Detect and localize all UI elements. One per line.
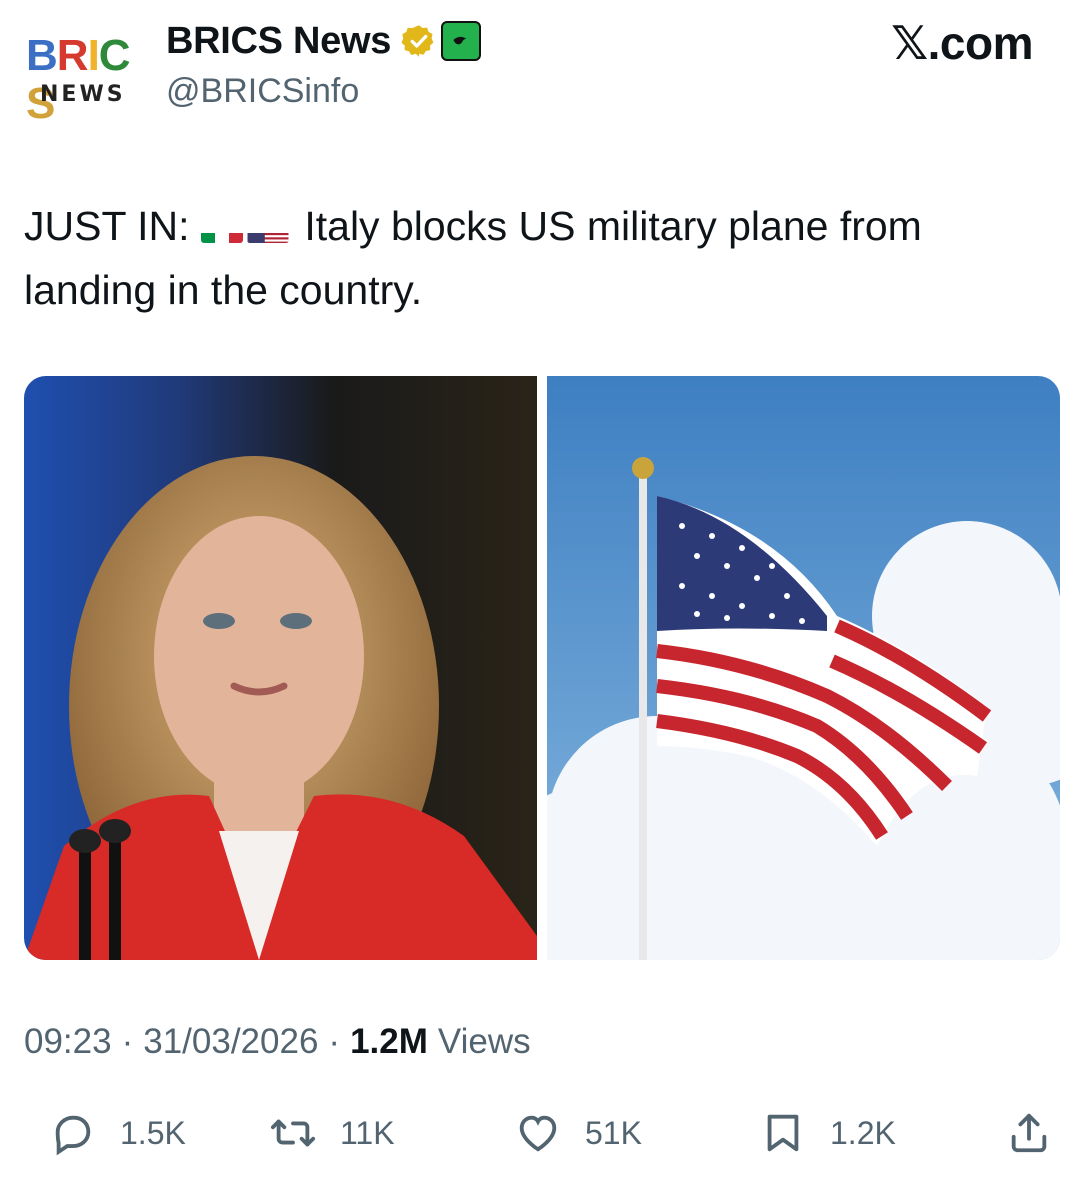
affiliate-badge-icon[interactable] <box>441 21 482 61</box>
share-icon <box>1011 1113 1047 1153</box>
avatar-logo-text: BRICS <box>26 31 131 128</box>
us-flag-photo[interactable] <box>547 376 1060 960</box>
tweet-header: BRICS NEWS BRICS News @BRICSinfo 𝕏.com <box>0 0 1083 130</box>
heart-icon <box>519 1115 557 1152</box>
separator-dot: · <box>121 1022 134 1061</box>
tweet-meta: 09:23 · 31/03/2026 · 1.2M Views <box>24 1022 531 1062</box>
politician-image <box>24 376 537 960</box>
italy-flag-icon <box>200 215 243 243</box>
separator-dot: · <box>328 1022 341 1061</box>
avatar-subtitle: NEWS <box>40 82 126 107</box>
display-name[interactable]: BRICS News <box>166 20 391 63</box>
verified-badge-icon[interactable] <box>401 23 437 59</box>
bookmark-icon <box>767 1114 799 1152</box>
tweet-time[interactable]: 09:23 <box>24 1022 112 1062</box>
action-bar: 1.5K 11K 51K 1.2K <box>0 1100 1083 1170</box>
tweet-date[interactable]: 31/03/2026 <box>143 1022 318 1062</box>
reply-icon <box>55 1115 91 1156</box>
repost-button[interactable]: 11K <box>270 1110 395 1156</box>
views-label: Views <box>437 1022 531 1061</box>
bird-icon <box>450 30 472 52</box>
tweet-prefix: JUST IN: <box>24 203 190 249</box>
tweet-text: JUST IN: Italy blocks US military plane … <box>24 194 1054 322</box>
reply-button[interactable]: 1.5K <box>50 1110 186 1156</box>
us-flag-icon <box>247 215 289 243</box>
repost-count: 11K <box>340 1114 395 1151</box>
share-button[interactable] <box>1006 1110 1076 1156</box>
reply-count: 1.5K <box>120 1114 186 1151</box>
repost-icon <box>270 1119 316 1147</box>
handle[interactable]: @BRICSinfo <box>166 72 359 111</box>
us-flag-image <box>547 376 1060 960</box>
name-row: BRICS News <box>166 18 482 64</box>
politician-photo[interactable] <box>24 376 537 960</box>
bookmark-button[interactable]: 1.2K <box>760 1110 896 1156</box>
media-grid[interactable] <box>24 376 1060 960</box>
like-count: 51K <box>585 1114 642 1151</box>
like-button[interactable]: 51K <box>515 1110 642 1156</box>
x-brand-logo: 𝕏.com <box>891 17 1033 69</box>
bookmark-count: 1.2K <box>830 1114 896 1151</box>
avatar[interactable]: BRICS NEWS <box>22 28 146 128</box>
views-count: 1.2M <box>350 1022 428 1061</box>
